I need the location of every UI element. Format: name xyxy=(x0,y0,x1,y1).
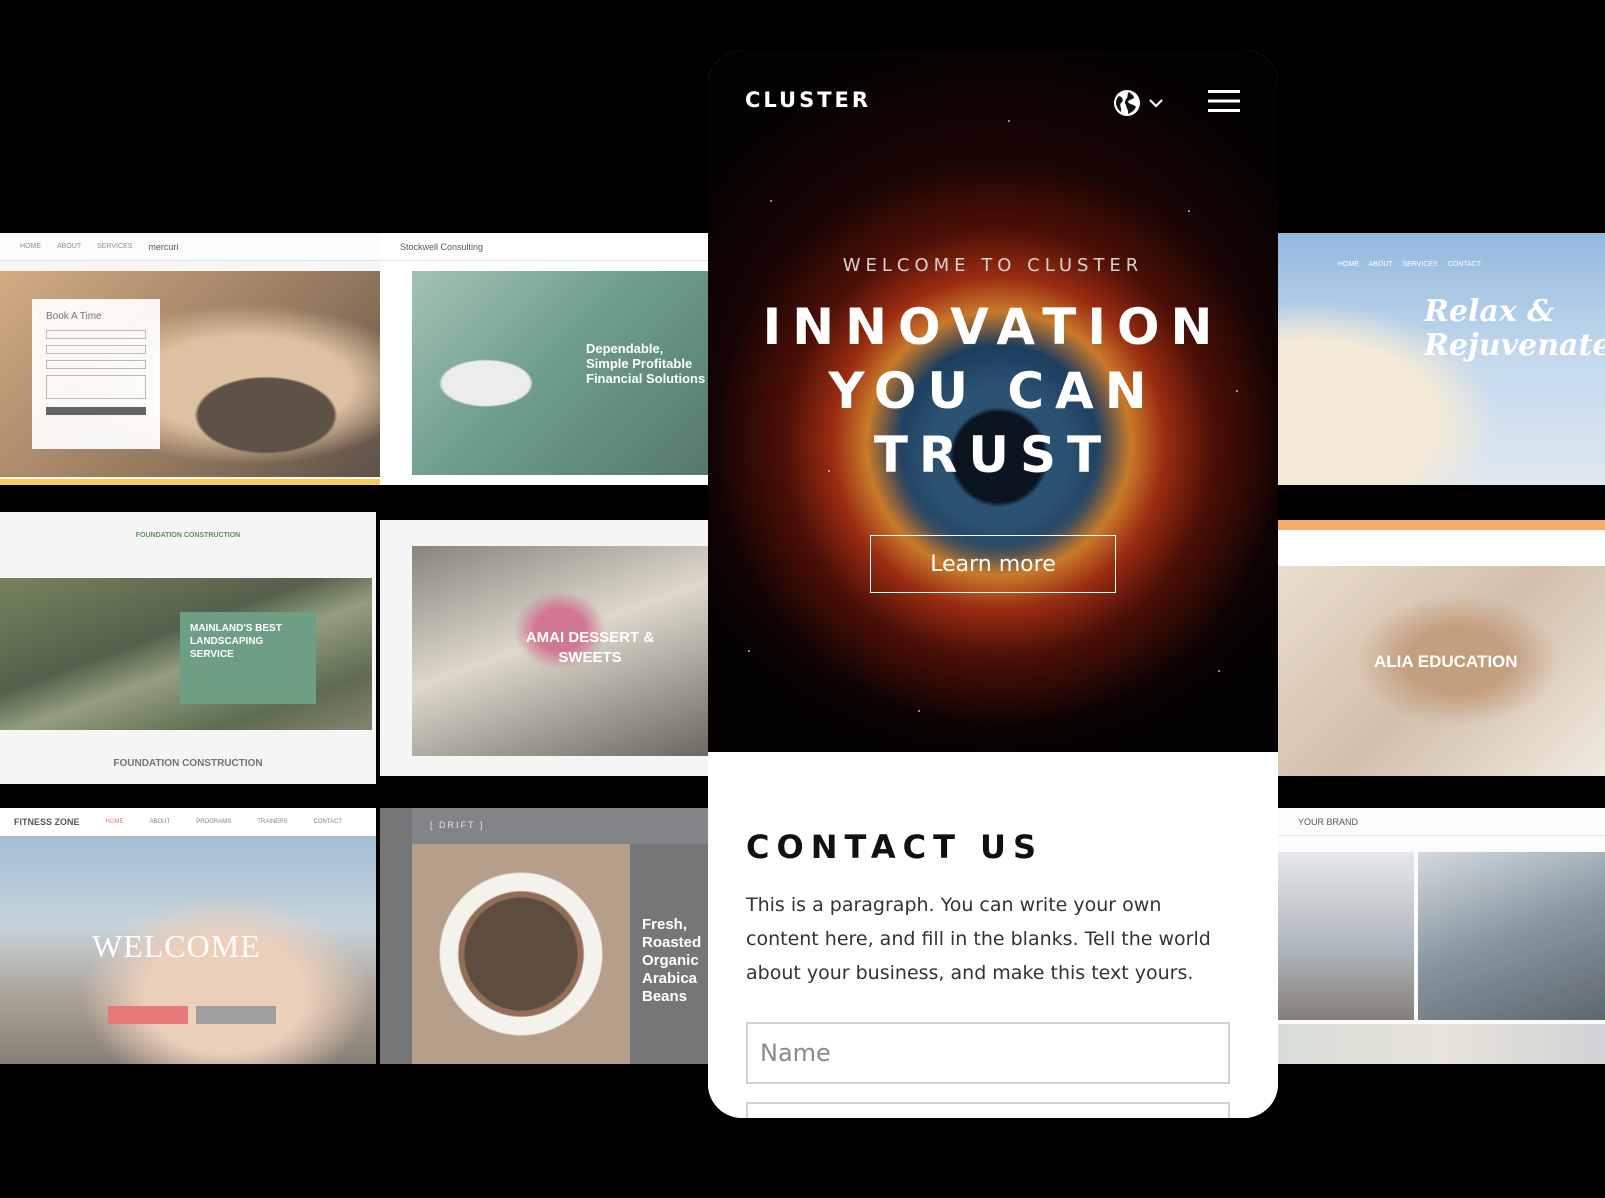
template-thumbnail-alia: ALIA EDUCATION xyxy=(1278,520,1605,776)
template-thumbnail-brand: YOUR BRAND xyxy=(1278,808,1605,1064)
contact-title: CONTACT US xyxy=(746,828,1044,866)
nav-item: PROGRAMS xyxy=(196,819,232,825)
template-thumbnail-drift: [ DRIFT ] Fresh, Roasted Organic Arabica… xyxy=(380,808,708,1064)
template-thumbnail-foundation: FOUNDATION CONSTRUCTION MAINLAND'S BEST … xyxy=(0,512,376,784)
template-brand: YOUR BRAND xyxy=(1298,816,1359,827)
site-header: CLUSTER xyxy=(708,50,1278,154)
template-headline: WELCOME xyxy=(92,928,261,964)
name-field[interactable] xyxy=(746,1022,1230,1084)
hamburger-menu-icon[interactable] xyxy=(1206,88,1242,114)
template-headline: Relax & Rejuvenate xyxy=(1424,294,1605,363)
template-headline: ALIA EDUCATION xyxy=(1374,652,1518,671)
language-selector[interactable] xyxy=(1112,86,1170,120)
template-thumbnail-stockwell: Stockwell Consulting Dependable, Simple … xyxy=(380,233,708,485)
template-thumbnail-fitness: FITNESS ZONE HOME ABOUT PROGRAMS TRAINER… xyxy=(0,808,376,1064)
booking-form-title: Book A Time xyxy=(46,311,102,322)
template-thumbnail-mercuri: HOME ABOUT SERVICES mercuri Book A Time xyxy=(0,233,380,485)
template-headline: MAINLAND'S BEST LANDSCAPING SERVICE xyxy=(180,612,316,704)
template-headline: Fresh, Roasted Organic Arabica Beans xyxy=(642,916,702,1005)
email-field[interactable] xyxy=(746,1102,1230,1118)
coffee-photo xyxy=(412,844,630,1064)
phone-mockup: CLUSTER WELCOME TO CLUSTER INNOVATION YO… xyxy=(708,50,1278,1118)
contact-section: CONTACT US This is a paragraph. You can … xyxy=(708,752,1278,1118)
booking-form: Book A Time xyxy=(32,299,160,449)
template-nav: HOME ABOUT SERVICES CONTACT xyxy=(1338,261,1482,268)
template-headline: Dependable, Simple Profitable Financial … xyxy=(586,341,706,386)
site-logo[interactable]: CLUSTER xyxy=(745,88,871,112)
nav-item: ABOUT xyxy=(149,819,171,825)
template-thumbnail-relax: HOME ABOUT SERVICES CONTACT Relax & Reju… xyxy=(1278,233,1605,485)
storefront-photo xyxy=(1418,852,1605,1020)
nav-item: HOME xyxy=(105,819,124,825)
template-thumbnail-amai: AMAI DESSERT & SWEETS xyxy=(380,520,708,776)
nav-item: TRAINERS xyxy=(257,819,288,825)
template-brand: [ DRIFT ] xyxy=(412,808,708,844)
template-brand: Stockwell Consulting xyxy=(400,241,484,252)
globe-icon xyxy=(1114,90,1140,116)
nav-item: CONTACT xyxy=(313,819,343,825)
learn-more-button[interactable]: Learn more xyxy=(870,535,1116,593)
template-logo: FOUNDATION CONSTRUCTION xyxy=(135,532,241,539)
hero-eyebrow: WELCOME TO CLUSTER xyxy=(842,255,1144,276)
fashion-photo xyxy=(1278,852,1414,1020)
hero-headline: INNOVATION YOU CAN TRUST xyxy=(762,298,1224,484)
template-brand: mercuri xyxy=(148,241,179,252)
contact-paragraph: This is a paragraph. You can write your … xyxy=(746,894,1211,984)
chevron-down-icon xyxy=(1149,99,1163,108)
template-caption: FOUNDATION CONSTRUCTION xyxy=(113,758,263,769)
template-headline: AMAI DESSERT & SWEETS xyxy=(525,629,655,666)
template-brand: FITNESS ZONE xyxy=(14,817,80,827)
